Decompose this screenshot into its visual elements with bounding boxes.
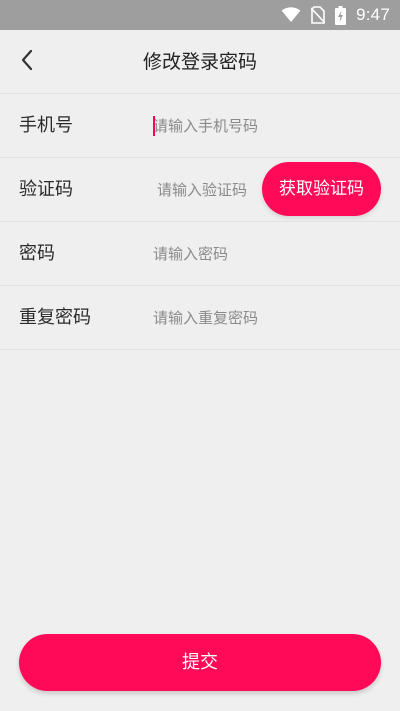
no-sim-icon — [311, 6, 326, 24]
confirm-password-label: 重复密码 — [19, 307, 91, 328]
status-bar: 9:47 — [0, 0, 400, 30]
status-icons: 9:47 — [281, 5, 390, 25]
submit-button[interactable]: 提交 — [19, 634, 381, 691]
wifi-icon — [281, 7, 301, 23]
battery-charging-icon — [335, 5, 347, 25]
password-label: 密码 — [19, 243, 55, 264]
page-title: 修改登录密码 — [142, 51, 257, 73]
confirm-password-input[interactable] — [153, 300, 373, 336]
change-password-form: 手机号 验证码 获取验证码 密码 重复密码 — [0, 94, 400, 350]
password-input[interactable] — [153, 236, 373, 272]
phone-label: 手机号 — [19, 115, 73, 136]
code-input[interactable] — [157, 172, 261, 208]
text-cursor — [153, 116, 155, 136]
app-header: 修改登录密码 — [0, 30, 400, 94]
password-row: 密码 — [0, 222, 400, 286]
status-time: 9:47 — [356, 5, 390, 24]
code-label: 验证码 — [19, 179, 73, 200]
code-row: 验证码 获取验证码 — [0, 158, 400, 222]
phone-row: 手机号 — [0, 94, 400, 158]
phone-input[interactable] — [153, 108, 373, 144]
get-code-button[interactable]: 获取验证码 — [262, 162, 381, 216]
confirm-password-row: 重复密码 — [0, 286, 400, 350]
